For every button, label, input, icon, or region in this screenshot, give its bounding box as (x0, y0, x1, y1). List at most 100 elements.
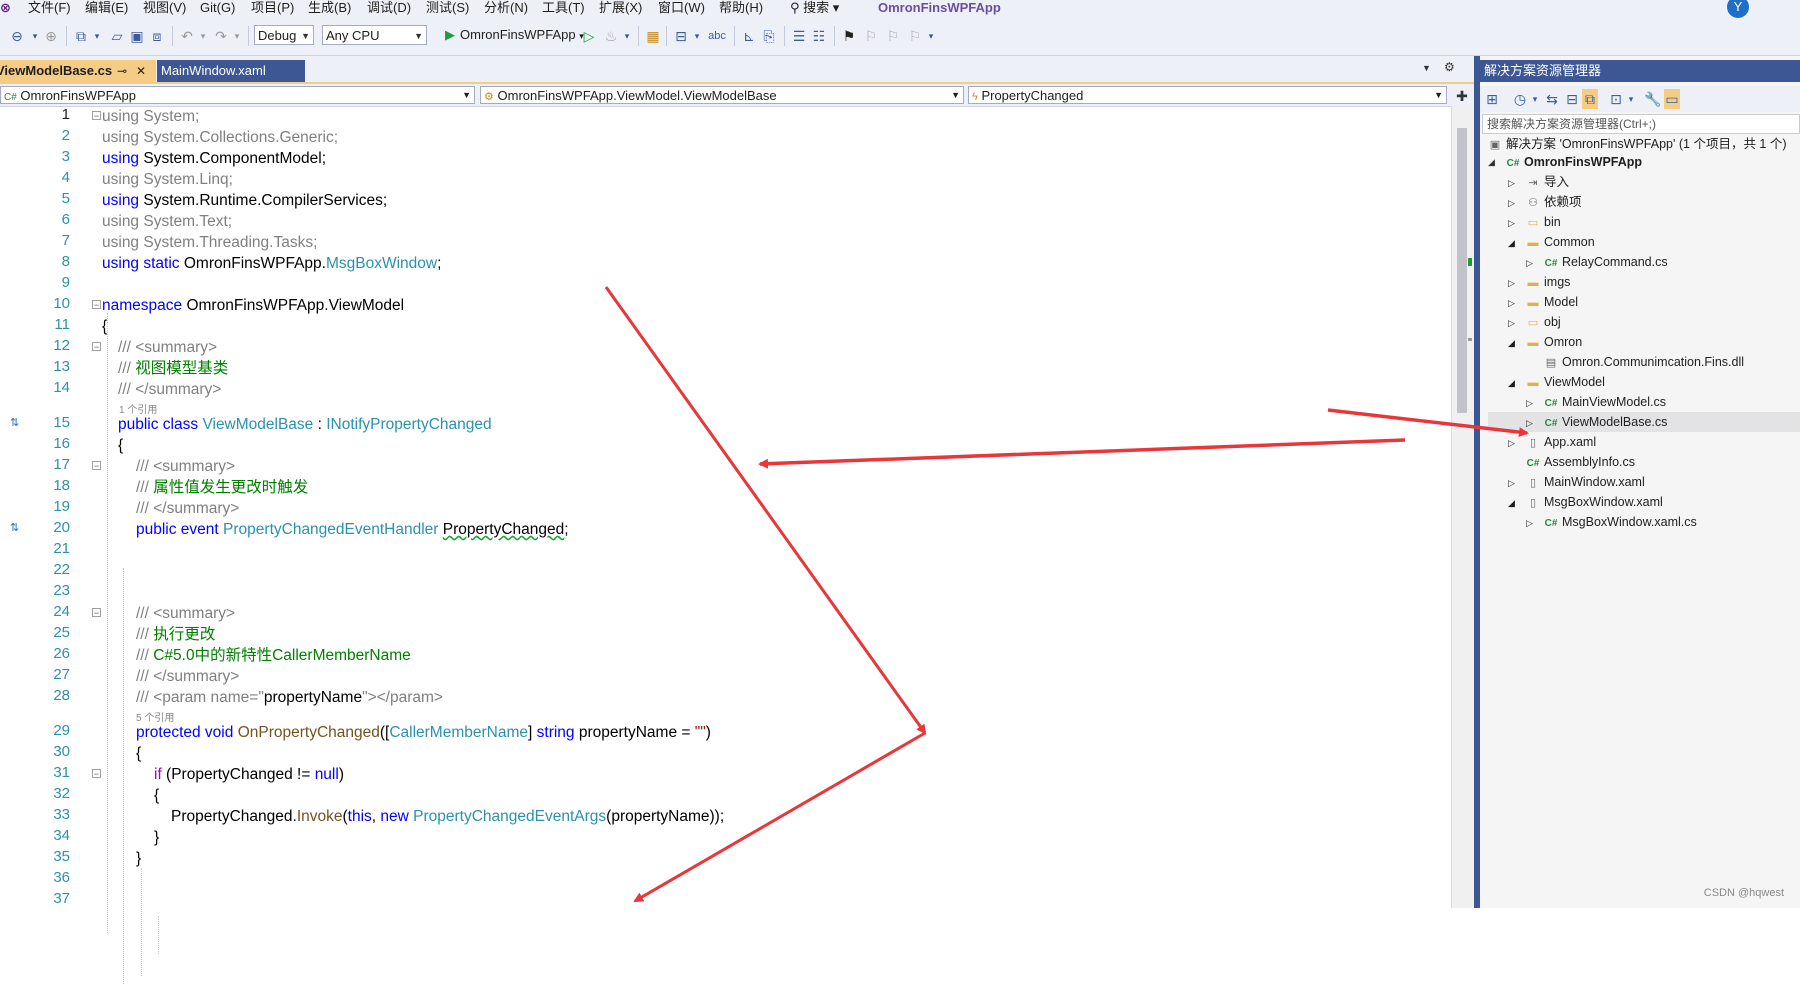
save-icon[interactable]: ▣ (128, 26, 146, 46)
project-dropdown[interactable]: C# OmronFinsWPFApp ▼ (0, 86, 475, 104)
tree-item[interactable]: ▷ C# ViewModelBase.cs (1488, 412, 1800, 432)
close-tab-icon[interactable]: ✕ (136, 60, 146, 82)
tree-item[interactable]: ◢ ▬ Omron (1508, 332, 1582, 352)
save-all-icon[interactable]: ⧈ (148, 26, 166, 46)
expanded-icon[interactable]: ◢ (1508, 373, 1526, 393)
step-into-icon[interactable]: ⊾ (740, 26, 758, 46)
clear-bookmarks-icon[interactable]: ⚐ (906, 26, 924, 46)
tab-viewmodelbase[interactable]: ViewModelBase.cs ⊸ ✕ (0, 60, 156, 82)
expanded-icon[interactable]: ◢ (1488, 152, 1495, 172)
solution-explorer-search[interactable]: 搜索解决方案资源管理器(Ctrl+;) (1482, 114, 1800, 134)
toolbar-overflow-icon[interactable]: ▾ (926, 26, 936, 46)
tree-item[interactable]: C# AssemblyInfo.cs (1508, 452, 1635, 472)
switch-views-icon[interactable]: ⊞ (1484, 89, 1500, 109)
menu-build[interactable]: 生成(B) (308, 0, 351, 15)
split-editor-icon[interactable]: ✚ (1452, 88, 1472, 104)
hot-reload-icon[interactable]: ♨ (602, 26, 620, 46)
browse-icon[interactable]: ▦ (644, 26, 662, 46)
forward-icon[interactable]: ⊕ (42, 26, 60, 46)
collapse-icon[interactable]: − (92, 461, 101, 471)
spell-check-icon[interactable]: abc (706, 26, 728, 46)
collapse-all-icon[interactable]: ⊟ (1564, 89, 1580, 109)
tree-item[interactable]: ▷ C# MainViewModel.cs (1526, 392, 1666, 412)
tree-item[interactable]: ▷ ▭ obj (1508, 312, 1561, 332)
uncomment-icon[interactable]: ☷ (810, 26, 828, 46)
menu-window[interactable]: 窗口(W) (658, 0, 705, 15)
tab-mainwindow[interactable]: MainWindow.xaml (157, 60, 305, 82)
redo-dropdown-icon[interactable]: ▾ (232, 26, 242, 46)
open-file-icon[interactable]: ▱ (108, 26, 126, 46)
member-dropdown[interactable]: ϟ PropertyChanged ▼ (968, 86, 1447, 104)
menu-project[interactable]: 项目(P) (251, 0, 294, 15)
implementation-margin-icon[interactable]: ⇅ (10, 416, 19, 429)
implementation-margin-icon[interactable]: ⇅ (10, 521, 19, 534)
menu-extensions[interactable]: 扩展(X) (599, 0, 642, 15)
back-icon[interactable]: ⊖ (8, 26, 26, 46)
tree-item[interactable]: ▤ Omron.Communimcation.Fins.dll (1526, 352, 1744, 372)
new-project-icon[interactable]: ⧉ (72, 26, 90, 46)
tree-item[interactable]: ▷ ⇥ 导入 (1508, 172, 1569, 192)
menu-view[interactable]: 视图(V) (143, 0, 186, 15)
collapsed-icon[interactable]: ▷ (1508, 173, 1526, 193)
tree-item[interactable]: ◢ ▯ MsgBoxWindow.xaml (1508, 492, 1663, 512)
solution-platform-select[interactable]: Any CPU ▼ (322, 25, 427, 45)
tree-solution[interactable]: ▣ 解决方案 'OmronFinsWPFApp' (1 个项目，共 1 个) (1488, 134, 1787, 154)
window-layout-icon[interactable]: ⊟ (672, 26, 690, 46)
tree-item[interactable]: ▷ C# MsgBoxWindow.xaml.cs (1526, 512, 1697, 532)
collapsed-icon[interactable]: ▷ (1526, 393, 1544, 413)
menu-debug[interactable]: 调试(D) (367, 0, 411, 15)
new-dropdown-icon[interactable]: ▾ (92, 26, 102, 46)
start-without-debugging-icon[interactable]: ▷ (580, 26, 598, 46)
scrollbar-thumb[interactable] (1457, 128, 1467, 413)
previous-bookmark-icon[interactable]: ⚐ (862, 26, 880, 46)
step-over-icon[interactable]: ⎘ (760, 26, 778, 46)
collapsed-icon[interactable]: ▷ (1508, 473, 1526, 493)
properties-wrench-icon[interactable]: 🔧 (1644, 89, 1661, 109)
collapsed-icon[interactable]: ▷ (1508, 193, 1526, 213)
settings-gear-icon[interactable]: ⚙ (1444, 60, 1455, 74)
tree-item[interactable]: ▷ ▭ bin (1508, 212, 1561, 232)
pin-tab-icon[interactable]: ⊸ (117, 60, 127, 82)
tree-item[interactable]: ▷ C# RelayCommand.cs (1526, 252, 1668, 272)
preview-selected-items-icon[interactable]: ▭ (1664, 89, 1680, 109)
next-bookmark-icon[interactable]: ⚐ (884, 26, 902, 46)
filter-dropdown-icon[interactable]: ▾ (1626, 89, 1636, 109)
tree-item[interactable]: ◢ ▬ ViewModel (1508, 372, 1605, 392)
menu-file[interactable]: 文件(F) (28, 0, 71, 15)
tab-list-dropdown-icon[interactable]: ▼ (1422, 63, 1431, 73)
tree-item[interactable]: ▷ ▬ Model (1508, 292, 1578, 312)
tree-item[interactable]: ◢ ▬ Common (1508, 232, 1595, 252)
undo-icon[interactable]: ↶ (178, 26, 196, 46)
redo-icon[interactable]: ↷ (212, 26, 230, 46)
collapse-icon[interactable]: − (92, 769, 101, 779)
tree-item[interactable]: ▷ ▯ MainWindow.xaml (1508, 472, 1645, 492)
menu-tools[interactable]: 工具(T) (542, 0, 585, 15)
tree-item[interactable]: ▷ ▬ imgs (1508, 272, 1570, 292)
tree-item[interactable]: ▷ ⚇ 依赖项 (1508, 192, 1582, 212)
collapse-icon[interactable]: − (92, 608, 101, 618)
code-editor[interactable]: 1− using System; 2 using System.Collection… (0, 106, 1451, 984)
expanded-icon[interactable]: ◢ (1508, 233, 1526, 253)
collapsed-icon[interactable]: ▷ (1508, 433, 1526, 453)
history-dropdown-icon[interactable]: ▾ (1530, 89, 1540, 109)
collapsed-icon[interactable]: ▷ (1508, 313, 1526, 333)
collapse-icon[interactable]: − (92, 111, 101, 121)
show-all-files-icon[interactable]: ⧉ (1582, 89, 1598, 109)
menu-edit[interactable]: 编辑(E) (85, 0, 128, 15)
collapsed-icon[interactable]: ▷ (1526, 513, 1544, 533)
collapsed-icon[interactable]: ▷ (1508, 213, 1526, 233)
expanded-icon[interactable]: ◢ (1508, 493, 1526, 513)
hot-reload-dropdown-icon[interactable]: ▾ (622, 26, 632, 46)
collapsed-icon[interactable]: ▷ (1526, 253, 1544, 273)
collapsed-icon[interactable]: ▷ (1526, 413, 1544, 433)
collapsed-icon[interactable]: ▷ (1508, 273, 1526, 293)
collapse-icon[interactable]: − (92, 342, 101, 352)
undo-dropdown-icon[interactable]: ▾ (198, 26, 208, 46)
tree-project[interactable]: ◢ C# OmronFinsWPFApp (1488, 152, 1642, 172)
tree-item[interactable]: ▷ ▯ App.xaml (1508, 432, 1596, 452)
back-dropdown-icon[interactable]: ▾ (30, 26, 40, 46)
comment-out-icon[interactable]: ☰ (790, 26, 808, 46)
menu-test[interactable]: 测试(S) (426, 0, 469, 15)
history-icon[interactable]: ◷ (1512, 89, 1528, 109)
search-menu[interactable]: ⚲ 搜索 ▾ (790, 0, 839, 15)
